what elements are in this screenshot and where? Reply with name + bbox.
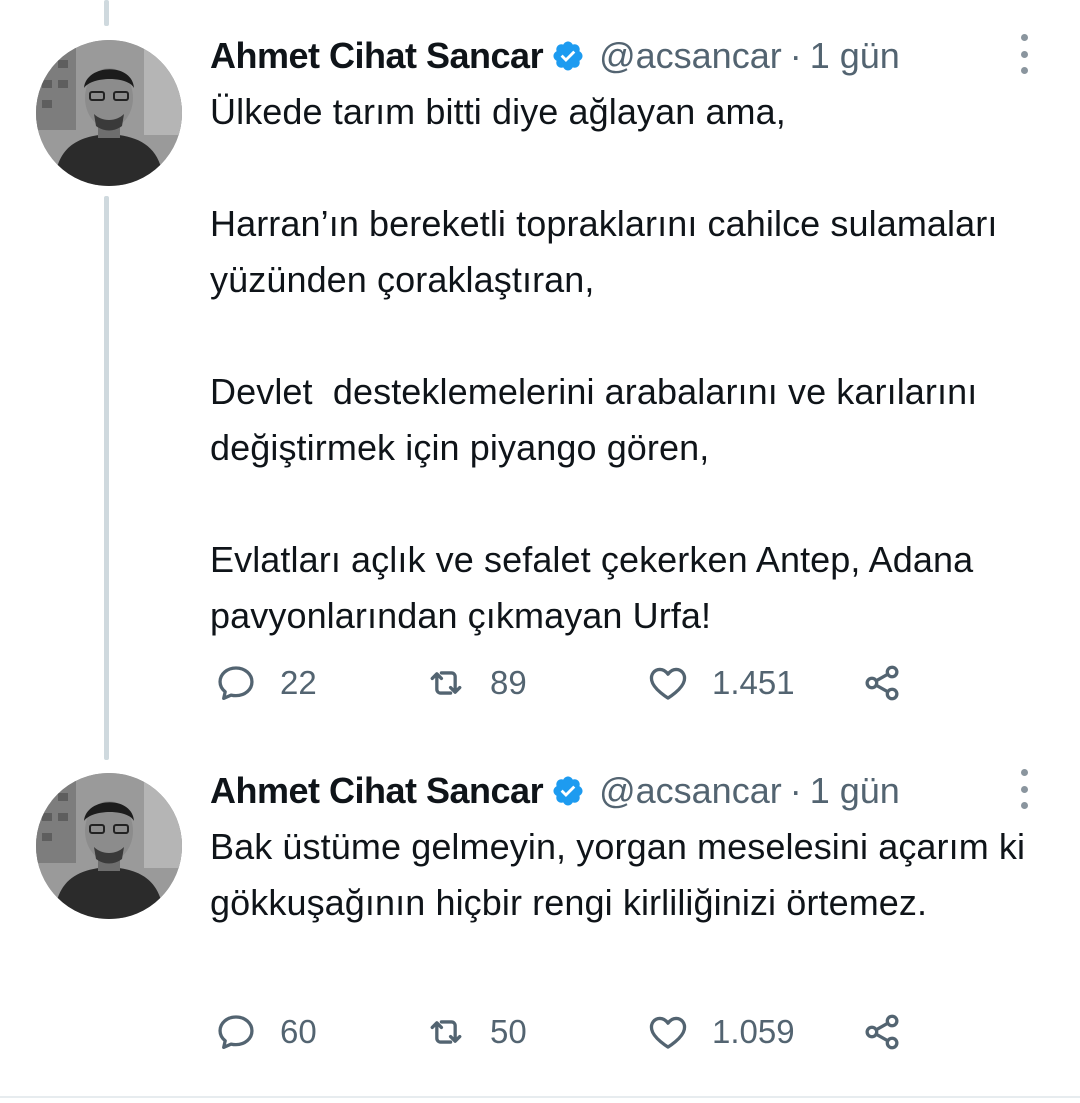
tweet-actions: 22 89 1.451 (210, 658, 970, 708)
like-button[interactable]: 1.059 (646, 1007, 795, 1057)
share-icon (865, 665, 899, 701)
reply-button[interactable]: 60 (214, 1007, 317, 1057)
more-options-icon[interactable] (1014, 34, 1034, 74)
separator-dot: · (789, 770, 802, 811)
retweet-icon (430, 1020, 462, 1044)
reply-icon (218, 1015, 254, 1050)
avatar[interactable] (36, 773, 182, 919)
share-icon (865, 1014, 899, 1050)
share-button[interactable] (860, 1007, 926, 1057)
timestamp[interactable]: 1 gün (810, 35, 900, 77)
thread-connector-line-top (104, 0, 109, 26)
retweet-button[interactable]: 50 (424, 1007, 527, 1057)
more-options-icon[interactable] (1014, 769, 1034, 809)
separator-dot: · (789, 35, 802, 76)
author-name[interactable]: Ahmet Cihat Sancar (210, 770, 544, 812)
verified-badge-icon (553, 41, 583, 71)
verified-badge-icon (553, 776, 583, 806)
tweet[interactable]: Ahmet Cihat Sancar @acsancar · 1 gün Bak… (0, 763, 1080, 1083)
author-handle[interactable]: @acsancar (599, 35, 782, 77)
tweet-header: Ahmet Cihat Sancar @acsancar · 1 gün (210, 28, 900, 84)
tweet-divider (0, 1096, 1080, 1098)
like-count: 1.451 (712, 664, 795, 701)
author-handle[interactable]: @acsancar (599, 770, 782, 812)
retweet-icon (430, 671, 462, 695)
heart-icon (649, 667, 687, 700)
tweet-header: Ahmet Cihat Sancar @acsancar · 1 gün (210, 763, 900, 819)
tweet-actions: 60 50 1.059 (210, 1007, 970, 1057)
timestamp[interactable]: 1 gün (810, 770, 900, 812)
heart-icon (649, 1016, 687, 1049)
tweet[interactable]: Ahmet Cihat Sancar @acsancar · 1 gün Ülk… (0, 28, 1080, 728)
like-button[interactable]: 1.451 (646, 658, 795, 708)
avatar[interactable] (36, 40, 182, 186)
reply-count: 60 (280, 1013, 317, 1050)
retweet-button[interactable]: 89 (424, 658, 527, 708)
retweet-count: 89 (490, 664, 527, 701)
share-button[interactable] (860, 658, 926, 708)
author-name[interactable]: Ahmet Cihat Sancar (210, 35, 544, 77)
reply-icon (218, 666, 254, 701)
like-count: 1.059 (712, 1013, 795, 1050)
tweet-text: Bak üstüme gelmeyin, yorgan meselesini a… (210, 826, 1036, 923)
reply-count: 22 (280, 664, 317, 701)
reply-button[interactable]: 22 (214, 658, 317, 708)
tweet-text: Ülkede tarım bitti diye ağlayan ama, Har… (210, 91, 998, 636)
retweet-count: 50 (490, 1013, 527, 1050)
